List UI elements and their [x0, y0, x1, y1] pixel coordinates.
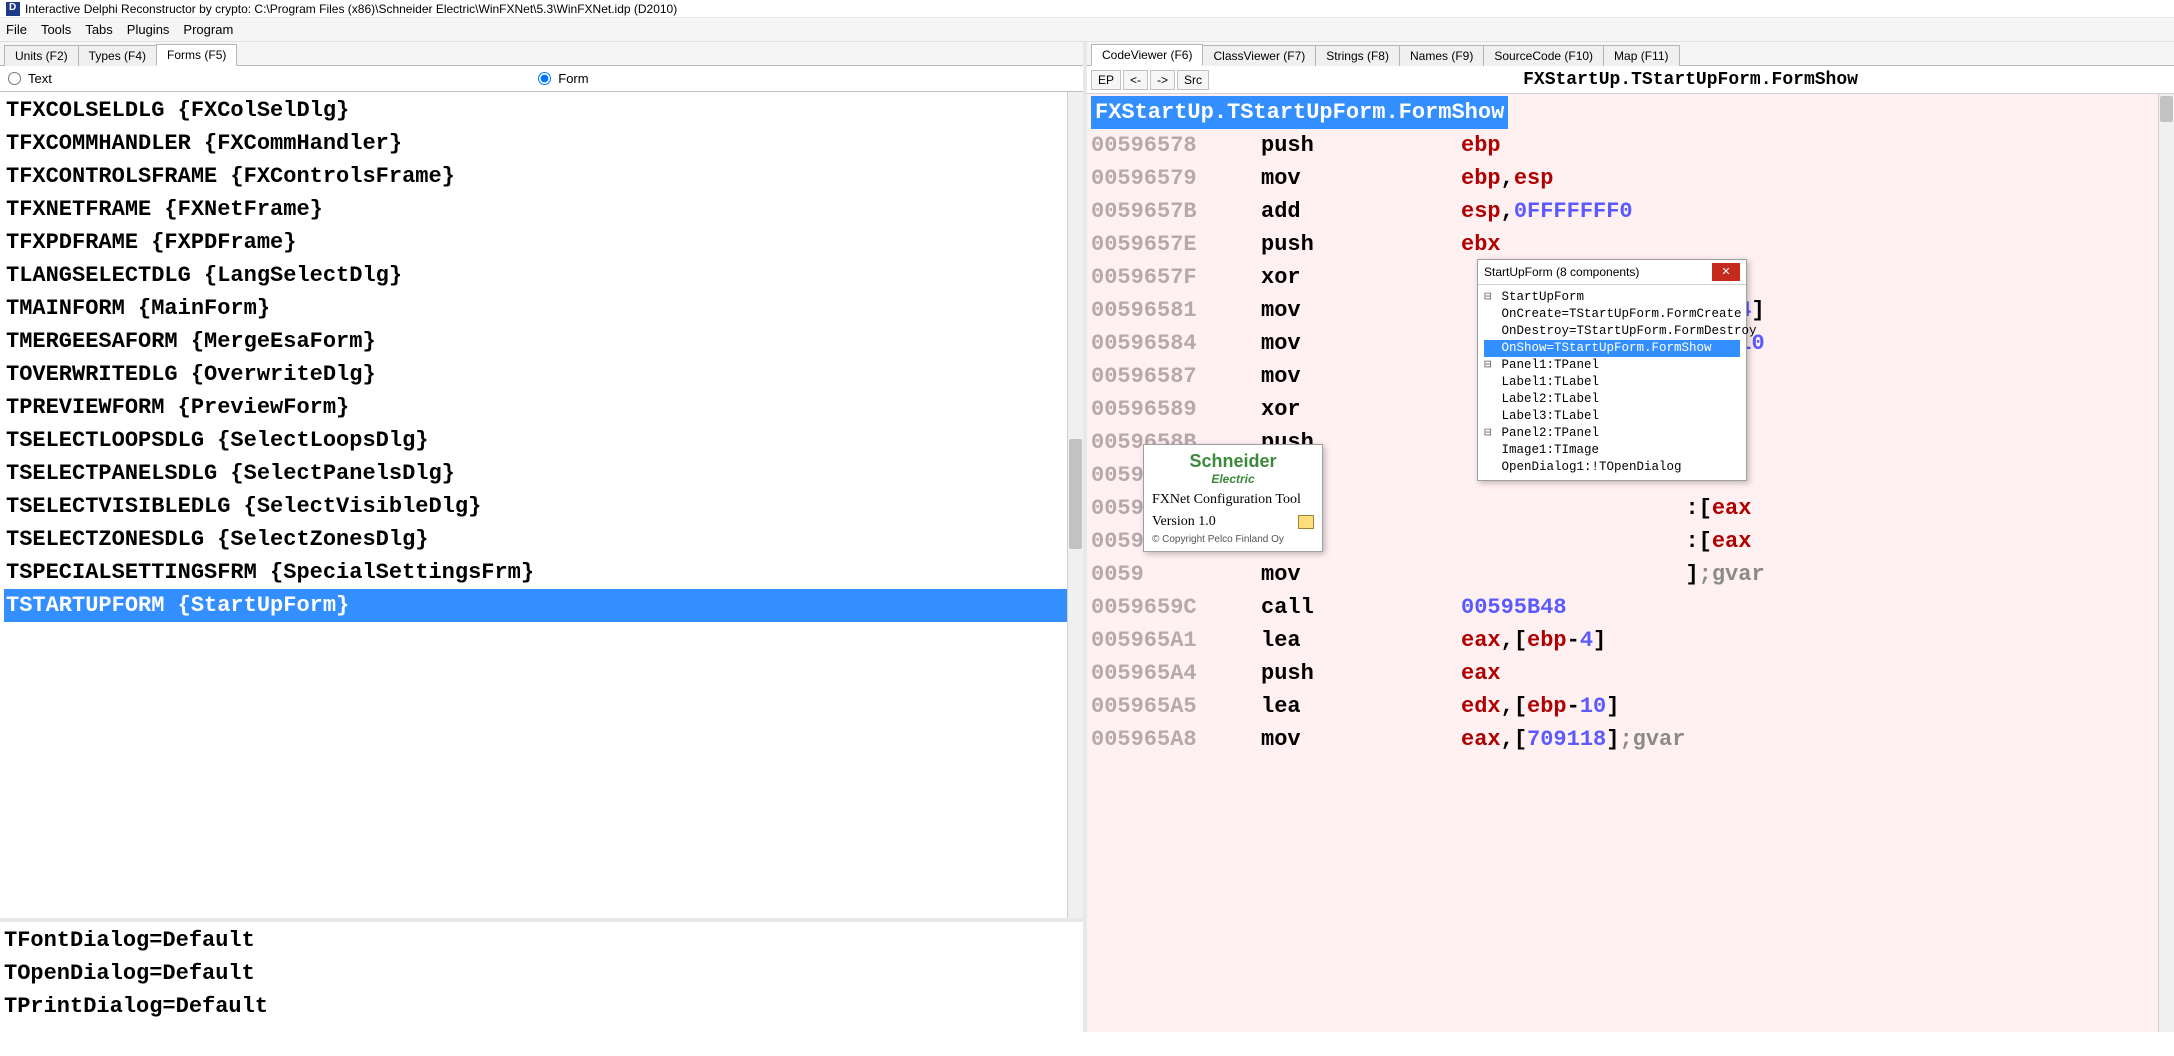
forms-list[interactable]: TFXCOLSELDLG {FXColSelDlg}TFXCOMMHANDLER…	[0, 92, 1083, 922]
code-navbar: EP <- -> Src FXStartUp.TStartUpForm.Form…	[1087, 66, 2174, 94]
splash-line1: FXNet Configuration Tool	[1152, 492, 1314, 508]
scrollbar-thumb[interactable]	[1069, 439, 1082, 549]
list-item[interactable]: TPrintDialog=Default	[4, 990, 1079, 1023]
dialogs-list[interactable]: TFontDialog=DefaultTOpenDialog=DefaultTP…	[0, 922, 1083, 1032]
asm-line[interactable]: 0059mov ];gvar	[1091, 558, 2170, 591]
list-item[interactable]: TSELECTZONESDLG {SelectZonesDlg}	[4, 523, 1079, 556]
menubar[interactable]: File Tools Tabs Plugins Program	[0, 18, 2174, 42]
splash-copyright: © Copyright Pelco Finland Oy	[1152, 534, 1314, 545]
asm-line[interactable]: 005965A8moveax,[709118];gvar	[1091, 723, 2170, 756]
list-item[interactable]: TSTARTUPFORM {StartUpForm}	[4, 589, 1079, 622]
code-title: FXStartUp.TStartUpForm.FormShow	[1211, 70, 2170, 90]
right-pane: CodeViewer (F6)ClassViewer (F7)Strings (…	[1087, 42, 2174, 1032]
nav-src-button[interactable]: Src	[1177, 70, 1209, 90]
asm-line[interactable]: 005965A4pusheax	[1091, 657, 2170, 690]
tree-node[interactable]: Image1:TImage	[1484, 442, 1740, 459]
tree-node[interactable]: Label1:TLabel	[1484, 374, 1740, 391]
asm-line[interactable]: 005965A1leaeax,[ebp-4]	[1091, 624, 2170, 657]
window-titlebar: Interactive Delphi Reconstructor by cryp…	[0, 0, 2174, 18]
list-item[interactable]: TSPECIALSETTINGSFRM {SpecialSettingsFrm}	[4, 556, 1079, 589]
radio-form-label: Form	[558, 71, 588, 86]
tree-title-text: StartUpForm (8 components)	[1484, 265, 1639, 279]
tab-forms-f5-[interactable]: Forms (F5)	[156, 44, 237, 66]
tab-strings-f8-[interactable]: Strings (F8)	[1315, 45, 1400, 66]
list-item[interactable]: TFontDialog=Default	[4, 924, 1079, 957]
image-icon	[1298, 515, 1314, 529]
asm-line[interactable]: 005965A5leaedx,[ebp-10]	[1091, 690, 2170, 723]
nav-ep-button[interactable]: EP	[1091, 70, 1121, 90]
tree-titlebar[interactable]: StartUpForm (8 components) ✕	[1478, 260, 1746, 285]
radio-form[interactable]	[538, 72, 551, 85]
asm-line[interactable]: 0059657Epushebx	[1091, 228, 2170, 261]
list-item[interactable]: TSELECTVISIBLEDLG {SelectVisibleDlg}	[4, 490, 1079, 523]
tree-node[interactable]: OnDestroy=TStartUpForm.FormDestroy	[1484, 323, 1740, 340]
close-icon[interactable]: ✕	[1712, 263, 1740, 281]
list-item[interactable]: TSELECTPANELSDLG {SelectPanelsDlg}	[4, 457, 1079, 490]
tree-node[interactable]: Label3:TLabel	[1484, 408, 1740, 425]
list-item[interactable]: TFXCOMMHANDLER {FXCommHandler}	[4, 127, 1079, 160]
tree-node[interactable]: OpenDialog1:!TOpenDialog	[1484, 459, 1740, 476]
tab-units-f2-[interactable]: Units (F2)	[4, 45, 79, 66]
asm-line[interactable]: 0059657Baddesp,0FFFFFFF0	[1091, 195, 2170, 228]
list-item[interactable]: TPREVIEWFORM {PreviewForm}	[4, 391, 1079, 424]
tree-node[interactable]: ⊟ Panel2:TPanel	[1484, 425, 1740, 442]
scrollbar-thumb[interactable]	[2160, 96, 2173, 122]
tree-node[interactable]: OnCreate=TStartUpForm.FormCreate	[1484, 306, 1740, 323]
tree-body[interactable]: ⊟ StartUpForm OnCreate=TStartUpForm.Form…	[1478, 285, 1746, 480]
app-icon	[6, 2, 20, 16]
nav-forward-button[interactable]: ->	[1150, 70, 1175, 90]
list-item[interactable]: TLANGSELECTDLG {LangSelectDlg}	[4, 259, 1079, 292]
asm-line[interactable]: 0059659Ccall00595B48	[1091, 591, 2170, 624]
form-preview-popup[interactable]: Schneider Electric FXNet Configuration T…	[1143, 444, 1323, 552]
list-item[interactable]: TFXNETFRAME {FXNetFrame}	[4, 193, 1079, 226]
tab-codeviewer-f6-[interactable]: CodeViewer (F6)	[1091, 44, 1203, 66]
tree-node[interactable]: Label2:TLabel	[1484, 391, 1740, 408]
menu-program[interactable]: Program	[183, 22, 233, 37]
tree-node[interactable]: ⊟ Panel1:TPanel	[1484, 357, 1740, 374]
asm-heading: FXStartUp.TStartUpForm.FormShow	[1091, 96, 1508, 129]
list-item[interactable]: TMAINFORM {MainForm}	[4, 292, 1079, 325]
nav-back-button[interactable]: <-	[1123, 70, 1148, 90]
list-item[interactable]: TSELECTLOOPSDLG {SelectLoopsDlg}	[4, 424, 1079, 457]
tree-node[interactable]: ⊟ StartUpForm	[1484, 289, 1740, 306]
brand-logo: Schneider Electric	[1152, 451, 1314, 486]
component-tree-popup[interactable]: StartUpForm (8 components) ✕ ⊟ StartUpFo…	[1477, 259, 1747, 481]
left-pane: Units (F2)Types (F4)Forms (F5) Text Form…	[0, 42, 1087, 1032]
tab-classviewer-f7-[interactable]: ClassViewer (F7)	[1202, 45, 1316, 66]
list-item[interactable]: TOVERWRITEDLG {OverwriteDlg}	[4, 358, 1079, 391]
asm-scrollbar[interactable]	[2158, 94, 2174, 1032]
tree-node[interactable]: OnShow=TStartUpForm.FormShow	[1484, 340, 1740, 357]
radio-text[interactable]	[8, 72, 21, 85]
tab-names-f9-[interactable]: Names (F9)	[1399, 45, 1484, 66]
menu-plugins[interactable]: Plugins	[127, 22, 170, 37]
tab-sourcecode-f10-[interactable]: SourceCode (F10)	[1483, 45, 1604, 66]
tab-types-f4-[interactable]: Types (F4)	[78, 45, 157, 66]
left-tabstrip[interactable]: Units (F2)Types (F4)Forms (F5)	[4, 44, 1083, 66]
asm-line[interactable]: 00596579movebp,esp	[1091, 162, 2170, 195]
list-item[interactable]: TFXPDFRAME {FXPDFrame}	[4, 226, 1079, 259]
menu-tools[interactable]: Tools	[41, 22, 71, 37]
list-item[interactable]: TFXCONTROLSFRAME {FXControlsFrame}	[4, 160, 1079, 193]
list-item[interactable]: TFXCOLSELDLG {FXColSelDlg}	[4, 94, 1079, 127]
list-item[interactable]: TOpenDialog=Default	[4, 957, 1079, 990]
list-item[interactable]: TMERGEESAFORM {MergeEsaForm}	[4, 325, 1079, 358]
menu-tabs[interactable]: Tabs	[85, 22, 112, 37]
tab-map-f11-[interactable]: Map (F11)	[1603, 45, 1679, 66]
menu-file[interactable]: File	[6, 22, 27, 37]
asm-line[interactable]: 00596578pushebp	[1091, 129, 2170, 162]
disassembly-view[interactable]: FXStartUp.TStartUpForm.FormShow00596578p…	[1087, 94, 2174, 1032]
right-tabstrip[interactable]: CodeViewer (F6)ClassViewer (F7)Strings (…	[1091, 44, 2174, 66]
view-mode-row: Text Form	[0, 66, 1083, 92]
forms-scrollbar[interactable]	[1067, 92, 1083, 918]
splash-line2: Version 1.0	[1152, 514, 1314, 530]
window-title: Interactive Delphi Reconstructor by cryp…	[25, 2, 677, 16]
radio-text-label: Text	[28, 71, 52, 86]
